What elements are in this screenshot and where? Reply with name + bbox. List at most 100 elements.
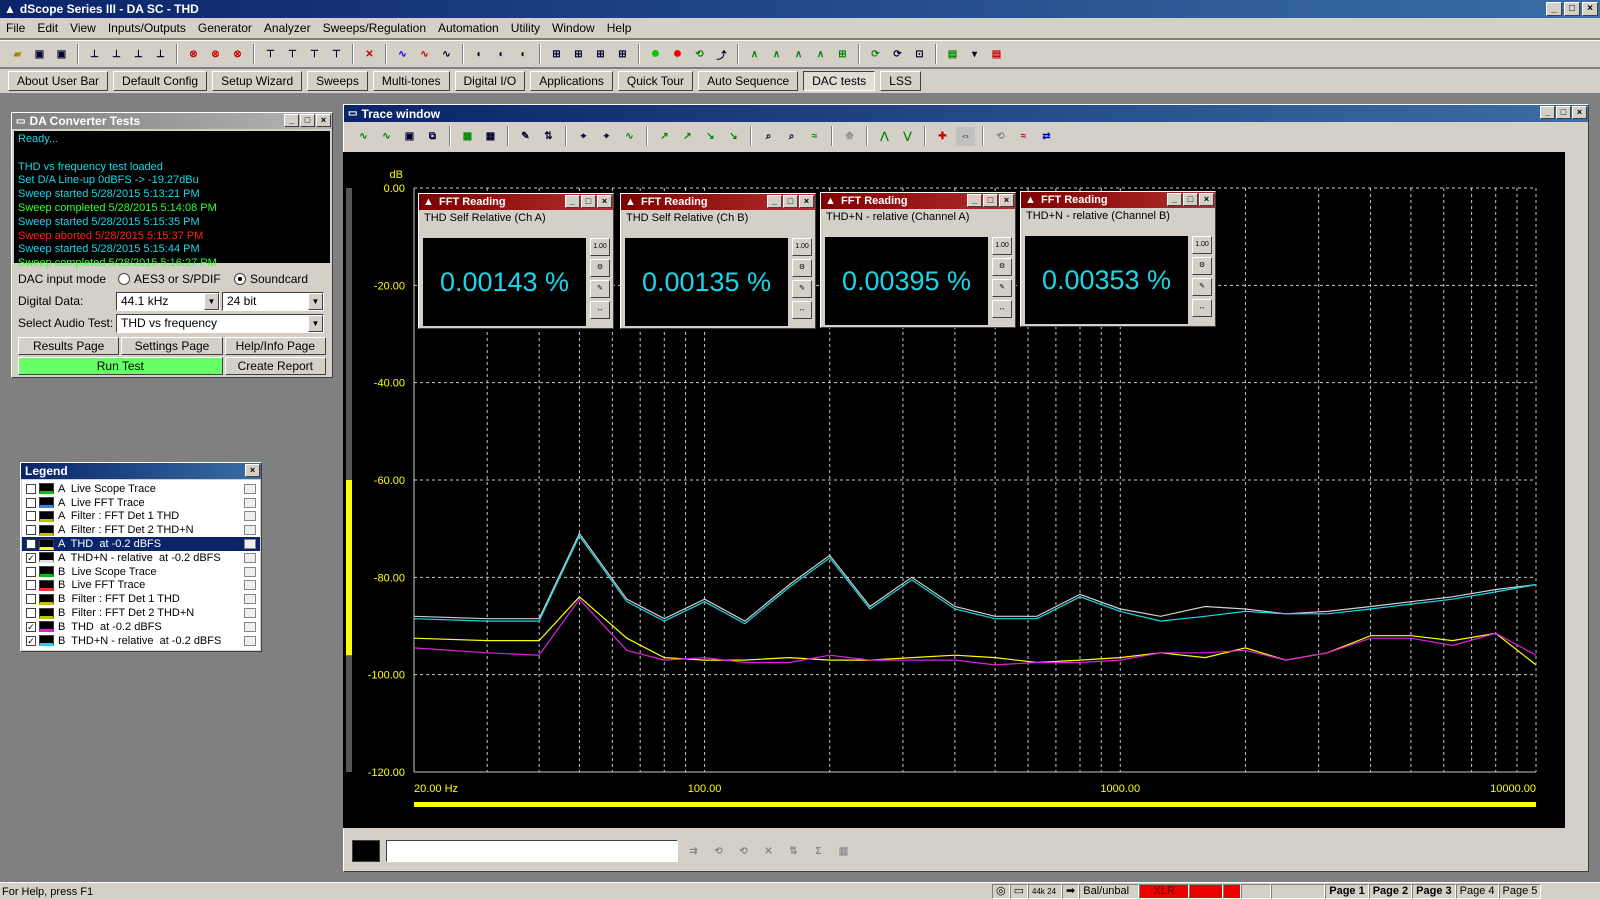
legend-checkbox[interactable] bbox=[26, 580, 36, 591]
sample-rate-select[interactable]: 44.1 kHz ▼ bbox=[116, 291, 220, 311]
legend-checkbox[interactable] bbox=[26, 511, 36, 522]
fft-2-range-icon[interactable]: 1.00 bbox=[792, 238, 812, 256]
status-page-1[interactable]: Page 1 bbox=[1325, 884, 1369, 899]
menu-analyzer[interactable]: Analyzer bbox=[258, 21, 317, 35]
fft-1-maximize-button[interactable]: □ bbox=[581, 195, 596, 208]
trace-zoom-icon[interactable]: ▦ bbox=[458, 127, 477, 146]
settings-page-button[interactable]: Settings Page bbox=[121, 337, 223, 355]
menu-help[interactable]: Help bbox=[601, 21, 638, 35]
trace-copy-icon[interactable]: ⧉ bbox=[423, 127, 442, 146]
setup-wizard-button[interactable]: Setup Wizard bbox=[212, 71, 303, 91]
fft-4-edit-icon[interactable]: ✎ bbox=[1192, 278, 1212, 296]
output-off-c-icon[interactable]: ⊗ bbox=[228, 45, 247, 64]
fft-2-maximize-button[interactable]: □ bbox=[783, 195, 798, 208]
applications-button[interactable]: Applications bbox=[530, 71, 613, 91]
fft-icon[interactable]: ∿ bbox=[415, 45, 434, 64]
fft-3-range-icon[interactable]: 1.00 bbox=[992, 237, 1012, 255]
link-d-icon[interactable]: ⊞ bbox=[613, 45, 632, 64]
trace-a-icon[interactable]: ∧ bbox=[745, 45, 764, 64]
fft-1-settings-icon[interactable]: ⚙ bbox=[590, 259, 610, 277]
legend-item[interactable]: ✓ A THD+N - relative at -0.2 dBFS bbox=[22, 551, 260, 565]
legend-copy-icon[interactable] bbox=[244, 525, 256, 536]
legend-checkbox[interactable]: ✓ bbox=[26, 552, 36, 563]
fft-1-close-button[interactable]: × bbox=[597, 195, 612, 208]
input-auto-icon[interactable]: ⊤ bbox=[327, 45, 346, 64]
legend-copy-icon[interactable] bbox=[244, 539, 256, 550]
menu-sweeps[interactable]: Sweeps/Regulation bbox=[317, 21, 432, 35]
output-off-a-icon[interactable]: ⊗ bbox=[184, 45, 203, 64]
scope-icon[interactable]: ∿ bbox=[393, 45, 412, 64]
fft-4-close-button[interactable]: × bbox=[1199, 193, 1214, 206]
legend-copy-icon[interactable] bbox=[244, 594, 256, 605]
script-menu-icon[interactable]: ▾ bbox=[965, 45, 984, 64]
menu-utility[interactable]: Utility bbox=[505, 21, 546, 35]
go-icon[interactable]: ● bbox=[646, 45, 665, 64]
trace-cursor-a-icon[interactable]: ⌖ bbox=[574, 127, 593, 146]
legend-copy-icon[interactable] bbox=[244, 621, 256, 632]
legend-item[interactable]: A Filter : FFT Det 2 THD+N bbox=[22, 523, 260, 537]
lss-button[interactable]: LSS bbox=[880, 71, 921, 91]
audio-test-select[interactable]: THD vs frequency ▼ bbox=[116, 313, 324, 333]
fft-1-edit-icon[interactable]: ✎ bbox=[590, 280, 610, 298]
run-test-button[interactable]: Run Test bbox=[18, 357, 223, 375]
legend-copy-icon[interactable] bbox=[244, 552, 256, 563]
meter-b-icon[interactable]: ◐ bbox=[492, 45, 511, 64]
menu-inputs-outputs[interactable]: Inputs/Outputs bbox=[102, 21, 192, 35]
sweeps-button[interactable]: Sweeps bbox=[307, 71, 368, 91]
trace-unzoom-icon[interactable]: ▦ bbox=[481, 127, 500, 146]
output-mute-icon[interactable]: ⊥ bbox=[151, 45, 170, 64]
trace-maximize-button[interactable]: □ bbox=[1556, 106, 1571, 119]
trace-edit-icon[interactable]: ✎ bbox=[516, 127, 535, 146]
legend-item[interactable]: B Live FFT Trace bbox=[22, 579, 260, 593]
trace-sort-icon[interactable]: ⇅ bbox=[784, 842, 803, 861]
trace-mark-b-icon[interactable]: ⌕ bbox=[782, 127, 801, 146]
menu-generator[interactable]: Generator bbox=[192, 21, 258, 35]
trace-save-icon[interactable]: ▣ bbox=[400, 127, 419, 146]
trace-close-button[interactable]: × bbox=[1572, 106, 1587, 119]
help-info-page-button[interactable]: Help/Info Page bbox=[224, 337, 326, 355]
default-config-button[interactable]: Default Config bbox=[113, 71, 208, 91]
trace-delete-icon[interactable]: ✕ bbox=[759, 842, 778, 861]
trace-peak-icon[interactable]: ⟰ bbox=[840, 127, 859, 146]
trace-add-icon[interactable]: ✚ bbox=[933, 127, 952, 146]
quick-tour-button[interactable]: Quick Tour bbox=[617, 71, 694, 91]
trace-b-icon[interactable]: ∧ bbox=[767, 45, 786, 64]
legend-item[interactable]: A Filter : FFT Det 1 THD bbox=[22, 510, 260, 524]
legend-copy-icon[interactable] bbox=[244, 483, 256, 494]
legend-item[interactable]: ✓ B THD+N - relative at -0.2 dBFS bbox=[22, 634, 260, 648]
legend-checkbox[interactable] bbox=[26, 608, 36, 619]
legend-copy-icon[interactable] bbox=[244, 635, 256, 646]
fft-4-expand-icon[interactable]: ↔ bbox=[1192, 299, 1212, 317]
results-page-button[interactable]: Results Page bbox=[18, 337, 120, 355]
input-icon[interactable]: ⊤ bbox=[261, 45, 280, 64]
trace-link-icon[interactable]: ⇔ bbox=[956, 126, 975, 146]
fft-4-maximize-button[interactable]: □ bbox=[1183, 193, 1198, 206]
output-on-icon[interactable]: ⊥ bbox=[85, 45, 104, 64]
legend-item[interactable]: B Filter : FFT Det 2 THD+N bbox=[22, 606, 260, 620]
fft-2-settings-icon[interactable]: ⚙ bbox=[792, 259, 812, 277]
status-page-3[interactable]: Page 3 bbox=[1412, 884, 1456, 899]
fft-1-range-icon[interactable]: 1.00 bbox=[590, 238, 610, 256]
legend-item[interactable]: ✓ A THD at -0.2 dBFS bbox=[22, 537, 260, 551]
fft-3-maximize-button[interactable]: □ bbox=[983, 194, 998, 207]
close-button[interactable]: × bbox=[1582, 2, 1598, 16]
legend-copy-icon[interactable] bbox=[244, 511, 256, 522]
output-config-icon[interactable]: ⊥ bbox=[107, 45, 126, 64]
trace-nav-a-icon[interactable]: ↗ bbox=[655, 127, 674, 146]
regulation-c-icon[interactable]: ⊡ bbox=[910, 45, 929, 64]
trace-up-icon[interactable]: ⋀ bbox=[875, 127, 894, 146]
fft-4-settings-icon[interactable]: ⚙ bbox=[1192, 257, 1212, 275]
legend-item[interactable]: A Live FFT Trace bbox=[22, 496, 260, 510]
fft-1-minimize-button[interactable]: _ bbox=[565, 195, 580, 208]
trace-nav-c-icon[interactable]: ↘ bbox=[701, 127, 720, 146]
about-user-bar-button[interactable]: About User Bar bbox=[8, 71, 109, 91]
trace-stats-icon[interactable]: ▥ bbox=[834, 842, 853, 861]
legend-checkbox[interactable] bbox=[26, 483, 36, 494]
menu-view[interactable]: View bbox=[64, 21, 102, 35]
aes-radio[interactable] bbox=[118, 273, 130, 285]
menu-window[interactable]: Window bbox=[546, 21, 601, 35]
fft-1-expand-icon[interactable]: ↔ bbox=[590, 301, 610, 319]
dac-tests-button[interactable]: DAC tests bbox=[803, 71, 876, 91]
multi-tones-button[interactable]: Multi-tones bbox=[372, 71, 450, 91]
trace-refresh-b-icon[interactable]: ⟲ bbox=[734, 842, 753, 861]
